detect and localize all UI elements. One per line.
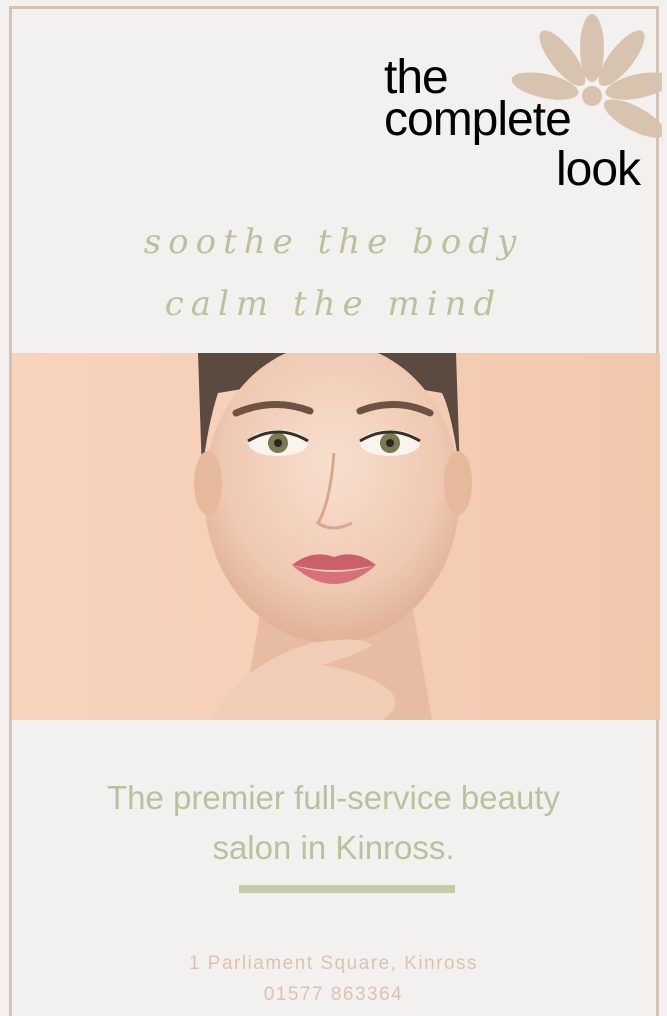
headline-line-1: The premier full-service beauty (106, 779, 560, 816)
tagline-line-2: calm the mind (164, 284, 503, 324)
divider (239, 885, 455, 893)
address-text: 1 Parliament Square, Kinross (188, 953, 479, 974)
headline-line-2: salon in Kinross. (212, 829, 455, 866)
hero-image (12, 353, 660, 720)
phone-link[interactable]: 01577 863364 (0, 984, 667, 1006)
logo: the complete look (380, 14, 662, 196)
tagline-line-1: soothe the body (143, 222, 524, 262)
logo-text-look: look (556, 143, 641, 196)
face-illustration (12, 353, 660, 720)
logo-text-complete: complete (384, 93, 572, 146)
